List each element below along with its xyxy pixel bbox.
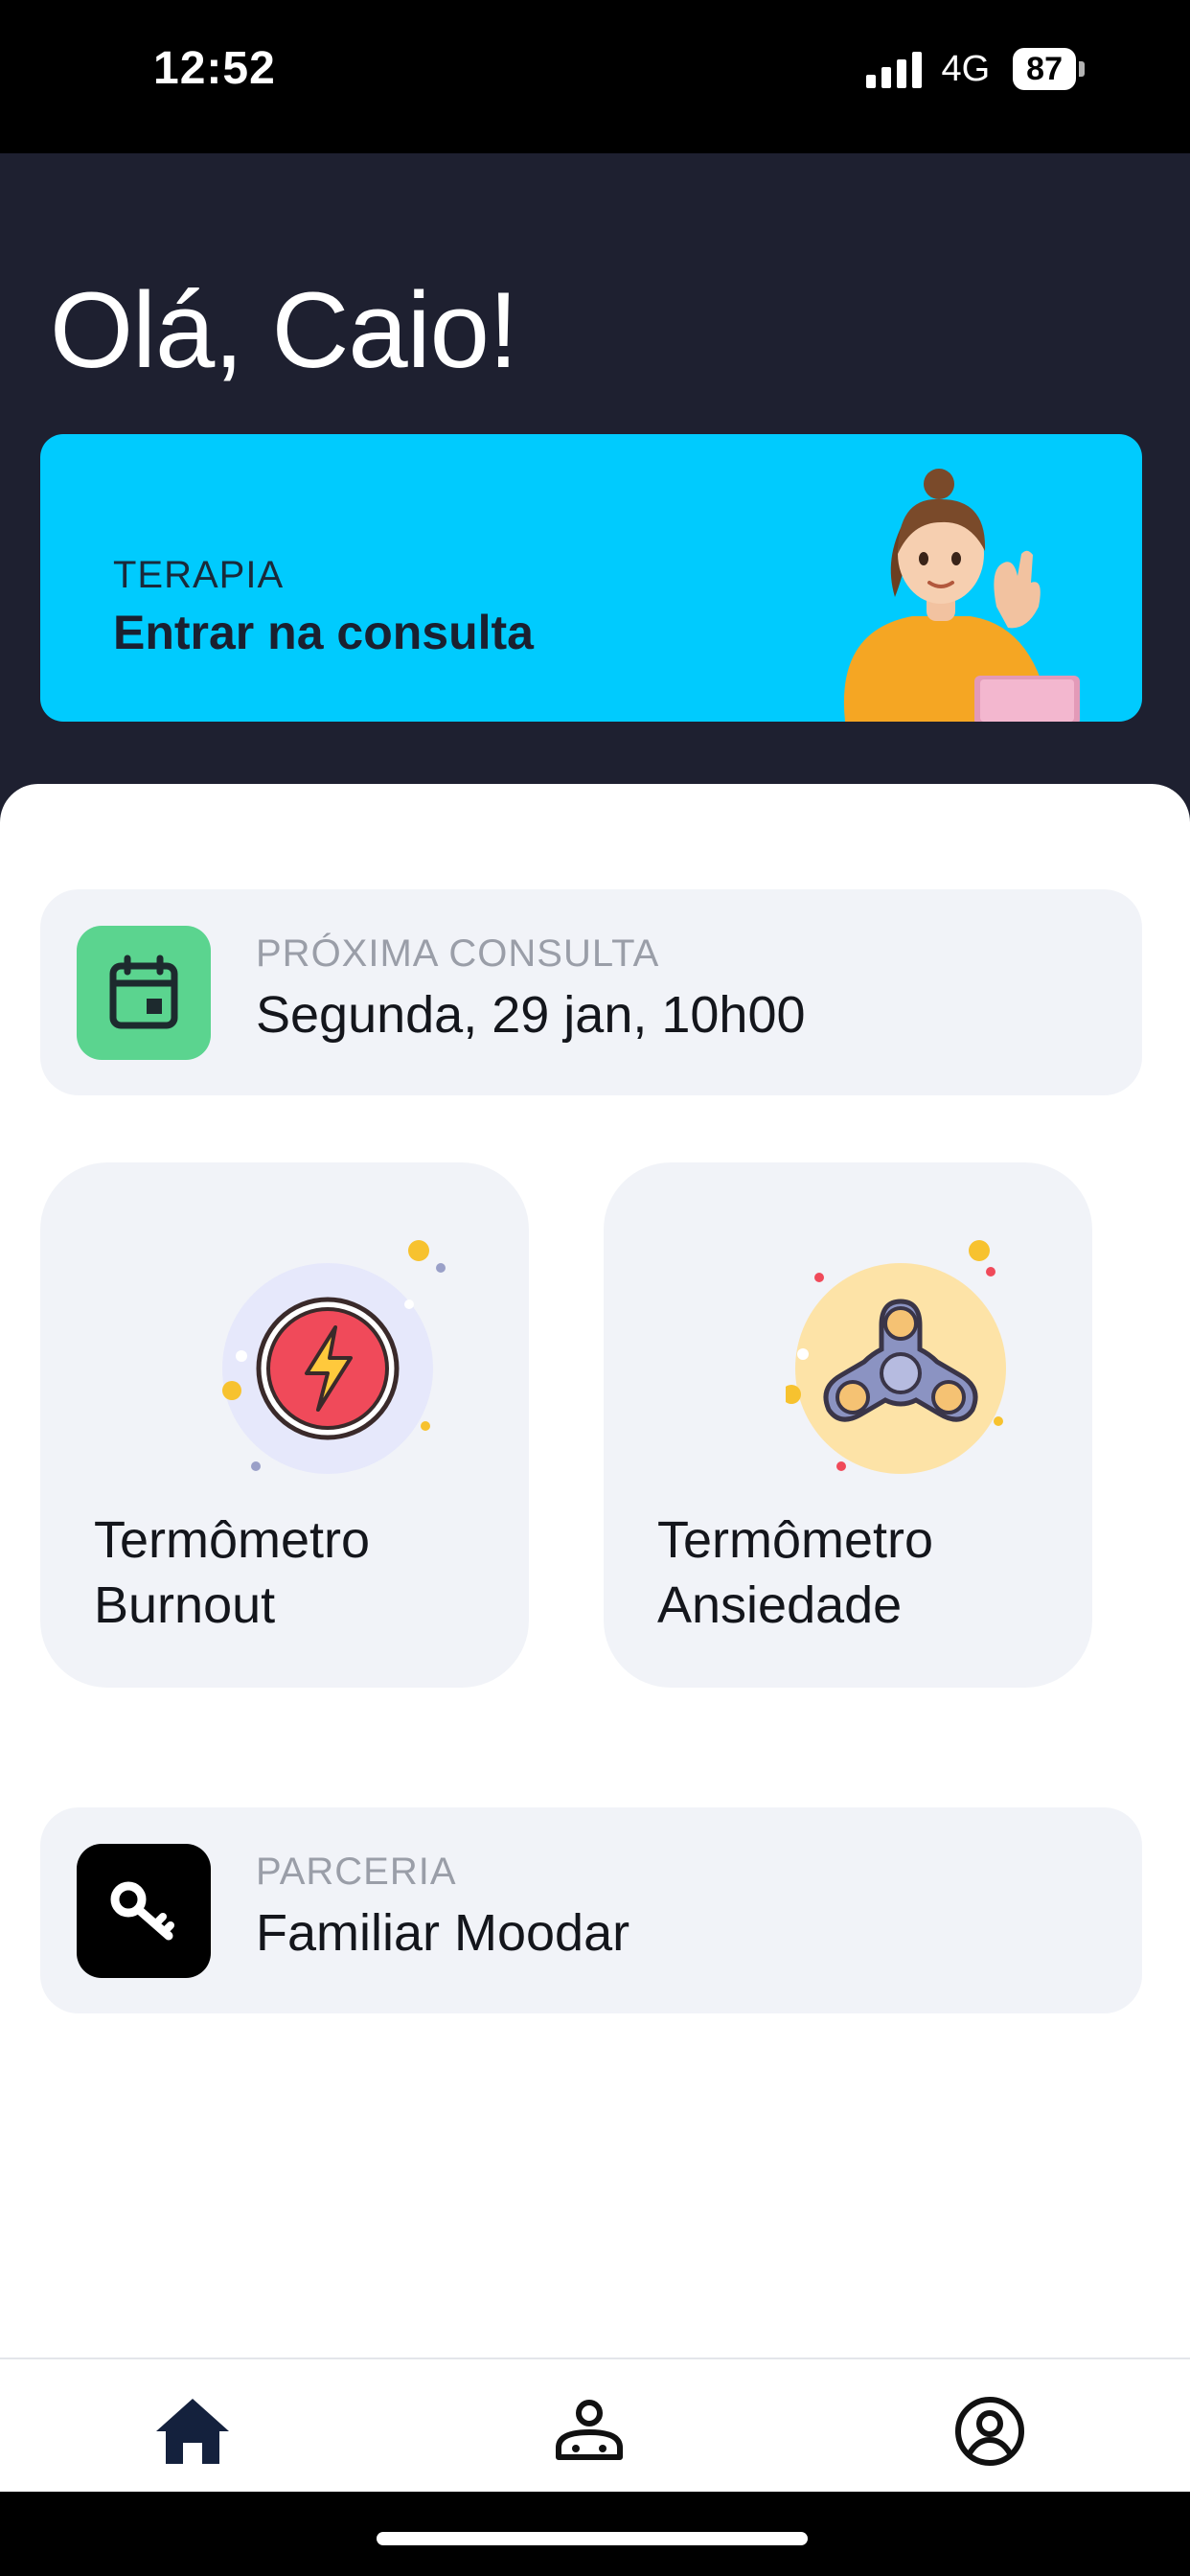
partnership-name: Familiar Moodar <box>256 1904 630 1962</box>
nav-home[interactable] <box>149 2388 236 2474</box>
therapy-title: Entrar na consulta <box>113 606 534 659</box>
partnership-card[interactable]: PARCERIA Familiar Moodar <box>40 1807 1142 2013</box>
home-indicator[interactable] <box>377 2532 808 2545</box>
lightning-icon <box>222 1240 446 1474</box>
therapy-kicker: TERAPIA <box>113 554 285 596</box>
anxiety-thermometer-tile[interactable]: Termômetro Ansiedade <box>604 1162 1092 1688</box>
battery-icon: 87 <box>1013 48 1085 90</box>
bottom-navigation <box>0 2358 1190 2492</box>
signal-icon <box>866 50 923 88</box>
main-content: PRÓXIMA CONSULTA Segunda, 29 jan, 10h00 … <box>0 784 1190 2360</box>
status-bar: 12:52 4G 87 <box>0 0 1190 153</box>
therapist-icon <box>556 2400 623 2460</box>
anxiety-tile-label: Termômetro Ansiedade <box>657 1511 934 1634</box>
status-time: 12:52 <box>153 43 276 94</box>
network-type: 4G <box>941 48 991 89</box>
status-indicators: 4G 87 <box>866 48 1085 90</box>
fidget-spinner-icon <box>786 1240 1006 1474</box>
calendar-icon <box>77 926 211 1060</box>
nav-profile[interactable] <box>947 2388 1033 2474</box>
next-appointment-kicker: PRÓXIMA CONSULTA <box>256 932 660 975</box>
nav-therapist[interactable] <box>546 2388 632 2474</box>
next-appointment-date: Segunda, 29 jan, 10h00 <box>256 986 806 1044</box>
greeting: Olá, Caio! <box>50 270 518 390</box>
burnout-thermometer-tile[interactable]: Termômetro Burnout <box>40 1162 529 1688</box>
home-icon <box>156 2399 229 2464</box>
key-icon <box>77 1844 211 1978</box>
profile-icon <box>955 2397 1024 2466</box>
partnership-kicker: PARCERIA <box>256 1851 457 1893</box>
burnout-tile-label: Termômetro Burnout <box>94 1511 371 1634</box>
header: Olá, Caio! TERAPIA Entrar na consulta <box>0 153 1190 824</box>
enter-consultation-card[interactable]: TERAPIA Entrar na consulta <box>40 434 1142 722</box>
battery-level: 87 <box>1013 48 1076 90</box>
next-appointment-card[interactable]: PRÓXIMA CONSULTA Segunda, 29 jan, 10h00 <box>40 889 1142 1095</box>
home-indicator-area <box>0 2492 1190 2576</box>
woman-waving-illustration <box>843 469 1080 722</box>
